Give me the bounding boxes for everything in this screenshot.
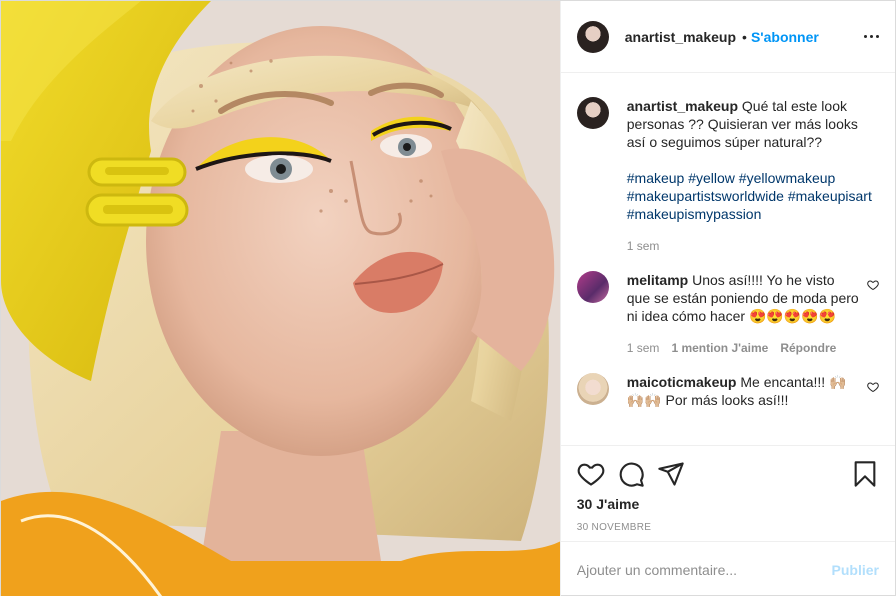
reply-button[interactable]: Répondre (780, 339, 836, 357)
comment-likes[interactable]: 1 mention J'aime (671, 339, 768, 357)
portrait-illustration (1, 1, 560, 596)
comment-icon[interactable] (617, 460, 645, 488)
caption-body: anartist_makeup Qué tal este look person… (627, 97, 879, 255)
post-photo[interactable] (1, 1, 560, 596)
share-icon[interactable] (657, 460, 685, 488)
author-avatar[interactable] (576, 20, 609, 53)
likes-count[interactable]: 30 J'aime (577, 496, 879, 512)
post-sidebar: anartist_makeup • S'abonner anartist_mak… (559, 1, 895, 596)
comment-text: Por más looks así!!! (665, 392, 789, 408)
caption-meta: 1 sem (627, 237, 879, 255)
author-username[interactable]: anartist_makeup (625, 29, 736, 45)
comment: maicoticmakeup Me encanta!!! 🙌🏼🙌🏼🙌🏼 Por … (576, 373, 879, 409)
caption-avatar[interactable] (576, 97, 609, 129)
follow-button[interactable]: S'abonner (751, 29, 819, 45)
comments-list: anartist_makeup Qué tal este look person… (561, 73, 895, 445)
comment-username[interactable]: melitamp (627, 272, 688, 288)
caption-time[interactable]: 1 sem (627, 237, 660, 255)
comment-emoji: 😍😍😍😍😍 (748, 308, 837, 324)
comment-text: Me encanta!!! (740, 374, 826, 390)
instagram-post: anartist_makeup • S'abonner anartist_mak… (0, 0, 896, 596)
comment-like-heart-icon[interactable] (867, 279, 879, 291)
heart-icon[interactable] (577, 460, 605, 488)
separator-dot: • (742, 28, 747, 45)
more-icon[interactable] (864, 29, 879, 44)
comment-time[interactable]: 1 sem (627, 339, 660, 357)
publish-button[interactable]: Publier (832, 562, 879, 578)
post-date[interactable]: 30 NOVEMBRE (577, 522, 879, 533)
add-comment-bar: Publier (560, 541, 895, 596)
comment-body: maicoticmakeup Me encanta!!! 🙌🏼🙌🏼🙌🏼 Por … (627, 373, 859, 409)
comment: melitamp Unos así!!!! Yo he visto que se… (576, 271, 879, 357)
caption-hashtags[interactable]: #makeup #yellow #yellowmakeup #makeupart… (627, 169, 879, 223)
comment-avatar[interactable] (576, 271, 609, 303)
comment-body: melitamp Unos así!!!! Yo he visto que se… (627, 271, 859, 357)
post-header: anartist_makeup • S'abonner (560, 1, 895, 73)
action-icons (577, 454, 879, 494)
comment-input[interactable] (576, 561, 832, 578)
comment-avatar[interactable] (576, 373, 609, 405)
comment-meta: 1 sem 1 mention J'aime Répondre (627, 339, 859, 357)
comment-username[interactable]: maicoticmakeup (627, 374, 737, 390)
caption-username[interactable]: anartist_makeup (627, 98, 738, 114)
post-actions: 30 J'aime 30 NOVEMBRE (560, 445, 895, 541)
bookmark-icon[interactable] (851, 460, 879, 488)
caption: anartist_makeup Qué tal este look person… (576, 97, 879, 255)
comment-like-heart-icon[interactable] (867, 381, 879, 393)
